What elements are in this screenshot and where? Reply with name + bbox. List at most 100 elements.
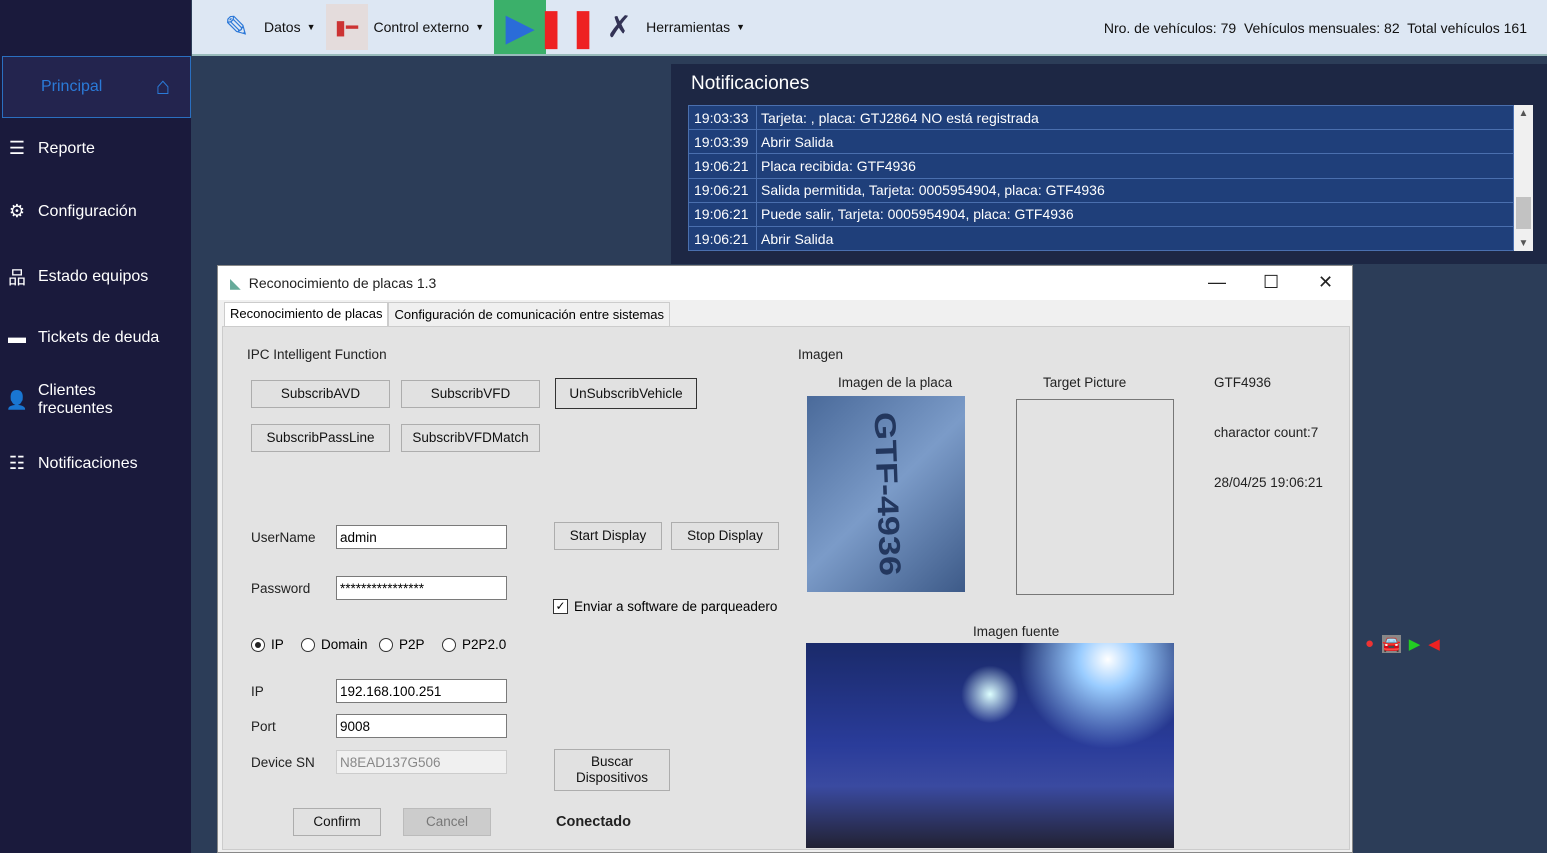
report-icon: ☰ <box>4 138 30 159</box>
subscrib-avd-button[interactable]: SubscribAVD <box>251 380 390 408</box>
subscrib-vfdmatch-button[interactable]: SubscribVFDMatch <box>401 424 540 452</box>
notification-time: 19:06:21 <box>689 227 757 250</box>
target-picture <box>1016 399 1174 595</box>
scroll-down-icon[interactable]: ▼ <box>1514 238 1533 249</box>
notifications-panel: Notificaciones 19:03:33Tarjeta: , placa:… <box>671 64 1547 264</box>
radio-p2p[interactable]: P2P <box>379 637 425 652</box>
notification-message: Puede salir, Tarjeta: 0005954904, placa:… <box>757 206 1074 222</box>
subscrib-passline-button[interactable]: SubscribPassLine <box>251 424 390 452</box>
subscrib-vfd-button[interactable]: SubscribVFD <box>401 380 540 408</box>
sidebar-item-notificaciones[interactable]: ☷Notificaciones <box>4 453 138 474</box>
notification-row[interactable]: 19:06:21Abrir Salida <box>689 227 1513 251</box>
ip-input[interactable] <box>336 679 507 703</box>
title-bar: ◣ Reconocimiento de placas 1.3 — ☐ ✕ <box>218 266 1352 300</box>
notification-time: 19:06:21 <box>689 154 757 177</box>
connection-status: Conectado <box>556 814 631 830</box>
door-enter-icon[interactable]: ▶ <box>1409 635 1421 653</box>
notification-row[interactable]: 19:06:21Puede salir, Tarjeta: 0005954904… <box>689 203 1513 227</box>
ticket-icon: ▬ <box>4 327 30 348</box>
password-label: Password <box>251 581 310 596</box>
barrier-icon: ▮━ <box>326 4 368 50</box>
unsubscrib-vehicle-button[interactable]: UnSubscribVehicle <box>555 378 697 409</box>
stop-display-button[interactable]: Stop Display <box>671 522 779 550</box>
chevron-down-icon: ▼ <box>736 22 745 32</box>
notification-time: 19:06:21 <box>689 203 757 226</box>
scroll-up-icon[interactable]: ▲ <box>1514 108 1533 119</box>
red-dot-icon[interactable]: ● <box>1365 635 1374 653</box>
plate-recognition-window: ◣ Reconocimiento de placas 1.3 — ☐ ✕ Rec… <box>217 265 1353 853</box>
notification-row[interactable]: 19:03:39Abrir Salida <box>689 130 1513 154</box>
tab-reconocimiento[interactable]: Reconocimiento de placas <box>224 302 388 327</box>
notifications-title: Notificaciones <box>691 73 1547 95</box>
door-exit-icon[interactable]: ◀ <box>1428 635 1440 653</box>
send-to-parking-checkbox[interactable]: ✓Enviar a software de parqueadero <box>553 599 777 614</box>
notification-message: Tarjeta: , placa: GTJ2864 NO está regist… <box>757 110 1039 126</box>
plate-image: GTF-4936 <box>807 396 965 592</box>
tab-page: IPC Intelligent Function SubscribAVD Sub… <box>222 326 1350 850</box>
device-sn-input <box>336 750 507 774</box>
port-label: Port <box>251 719 276 734</box>
tools-icon: ✗ <box>598 4 640 50</box>
user-tag-icon: 👤 <box>4 390 30 411</box>
sidebar-item-reporte[interactable]: ☰Reporte <box>4 138 95 159</box>
minimize-button[interactable]: — <box>1208 272 1226 293</box>
network-icon: 品 <box>4 264 30 290</box>
source-image-label: Imagen fuente <box>973 624 1059 639</box>
imagen-group-label: Imagen <box>798 347 843 362</box>
notification-message: Salida permitida, Tarjeta: 0005954904, p… <box>757 182 1105 198</box>
radio-p2p2[interactable]: P2P2.0 <box>442 637 506 652</box>
sidebar-item-estado-equipos[interactable]: 品Estado equipos <box>4 264 148 290</box>
notifications-list[interactable]: 19:03:33Tarjeta: , placa: GTJ2864 NO est… <box>688 105 1514 251</box>
maximize-button[interactable]: ☐ <box>1263 272 1279 293</box>
notification-message: Placa recibida: GTF4936 <box>757 158 916 174</box>
recognition-timestamp: 28/04/25 19:06:21 <box>1214 475 1323 490</box>
cancel-button[interactable]: Cancel <box>403 808 491 836</box>
buscar-dispositivos-button[interactable]: Buscar Dispositivos <box>554 749 670 791</box>
confirm-button[interactable]: Confirm <box>293 808 381 836</box>
checkbox-checked-icon: ✓ <box>553 599 568 614</box>
herramientas-menu[interactable]: ✗Herramientas▼ <box>598 4 745 50</box>
notification-row[interactable]: 19:06:21Placa recibida: GTF4936 <box>689 154 1513 178</box>
notification-message: Abrir Salida <box>757 231 833 247</box>
sidebar-item-principal[interactable]: Principal⌂ <box>2 56 191 118</box>
datos-menu[interactable]: ✎Datos▼ <box>216 4 316 50</box>
chevron-down-icon: ▼ <box>307 22 316 32</box>
ip-label: IP <box>251 684 264 699</box>
start-display-button[interactable]: Start Display <box>554 522 662 550</box>
control-externo-menu[interactable]: ▮━Control externo▼ <box>326 4 485 50</box>
gears-icon: ⚙ <box>4 201 30 222</box>
home-icon: ⌂ <box>156 73 171 101</box>
sidebar-item-configuracion[interactable]: ⚙Configuración <box>4 201 137 222</box>
sidebar: Principal⌂ ☰Reporte ⚙Configuración 品Esta… <box>0 0 191 853</box>
password-input[interactable] <box>336 576 507 600</box>
sidebar-item-clientes[interactable]: 👤Clientes frecuentes <box>4 382 128 418</box>
window-title: Reconocimiento de placas 1.3 <box>249 275 437 291</box>
scroll-thumb[interactable] <box>1516 197 1531 229</box>
pause-icon[interactable]: ❚❚ <box>546 4 588 50</box>
notification-time: 19:06:21 <box>689 179 757 202</box>
status-icons: ● 🚘 ▶ ◀ <box>1365 635 1440 653</box>
username-label: UserName <box>251 530 316 545</box>
target-picture-label: Target Picture <box>1043 375 1126 390</box>
radio-domain[interactable]: Domain <box>301 637 368 652</box>
tab-configuracion-comunicacion[interactable]: Configuración de comunicación entre sist… <box>388 302 670 327</box>
sidebar-item-tickets[interactable]: ▬Tickets de deuda <box>4 327 159 348</box>
char-count: charactor count:7 <box>1214 425 1318 440</box>
notification-row[interactable]: 19:03:33Tarjeta: , placa: GTJ2864 NO est… <box>689 106 1513 130</box>
chevron-down-icon: ▼ <box>475 22 484 32</box>
username-input[interactable] <box>336 525 507 549</box>
radio-ip[interactable]: IP <box>251 637 284 652</box>
notifications-scrollbar[interactable]: ▲▼ <box>1514 105 1533 251</box>
notification-message: Abrir Salida <box>757 134 833 150</box>
plate-result: GTF4936 <box>1214 375 1271 390</box>
ipc-group-label: IPC Intelligent Function <box>247 347 387 362</box>
source-image <box>806 643 1174 848</box>
device-sn-label: Device SN <box>251 755 315 770</box>
port-input[interactable] <box>336 714 507 738</box>
vehicle-stats: Nro. de vehículos: 79 Vehículos mensuale… <box>1104 20 1527 36</box>
toolbar: ✎Datos▼ ▮━Control externo▼ ▶ ❚❚ ✗Herrami… <box>192 0 1547 56</box>
close-button[interactable]: ✕ <box>1318 272 1333 293</box>
notification-row[interactable]: 19:06:21Salida permitida, Tarjeta: 00059… <box>689 179 1513 203</box>
notification-time: 19:03:39 <box>689 130 757 153</box>
car-check-icon[interactable]: 🚘 <box>1382 635 1401 653</box>
